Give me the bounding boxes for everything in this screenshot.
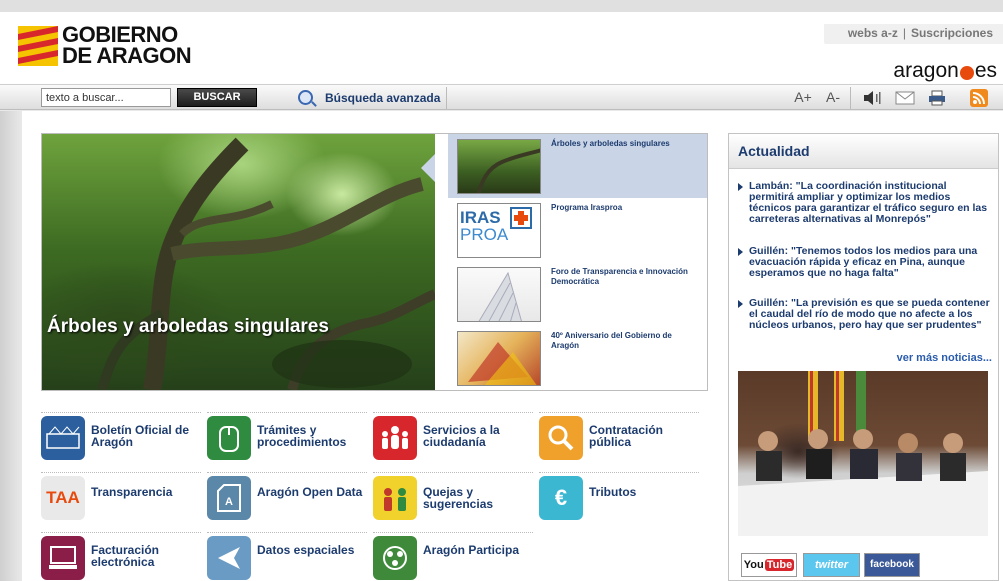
thumb-transparencia[interactable]: Foro de Transparencia e Innovación Democ…	[448, 262, 707, 326]
news-title: Actualidad	[729, 134, 998, 169]
toolbar-divider	[446, 87, 447, 109]
news-photo[interactable]	[738, 371, 988, 536]
aragon-es-left: aragon	[893, 59, 959, 82]
service-label: Quejas y sugerencias	[423, 485, 494, 511]
accessibility-tools: A+ A-	[788, 87, 1003, 109]
service-open-data[interactable]: A Aragón Open Data	[207, 472, 367, 522]
news-item[interactable]: Lambán: "La coordinación institucional p…	[737, 181, 993, 225]
thumb-aniversario[interactable]: 40º Aniversario del Gobierno de Aragón	[448, 326, 707, 390]
spatial-data-icon	[207, 536, 251, 580]
logo-text: GOBIERNO DE ARAGON	[62, 22, 192, 68]
rss-icon[interactable]	[968, 87, 990, 109]
news-item[interactable]: Guillén: "La previsión es que se pueda c…	[737, 298, 993, 331]
complaints-icon	[373, 476, 417, 520]
open-data-icon: A	[207, 476, 251, 520]
taa-icon: TAA	[41, 476, 85, 520]
font-decrease-button[interactable]: A-	[820, 87, 846, 109]
top-links: webs a-z | Suscripciones	[823, 24, 1003, 44]
service-label: Transparencia	[91, 485, 173, 499]
thumb-label-irasproa: Programa Irasproa	[551, 203, 623, 212]
euro-icon: €	[539, 476, 583, 520]
service-label: Datos espaciales	[257, 543, 355, 557]
twitter-button[interactable]: twitter	[803, 553, 860, 577]
link-separator: |	[902, 26, 906, 40]
font-increase-button[interactable]: A+	[788, 87, 818, 109]
zoom-icon	[298, 90, 313, 105]
webs-az-link[interactable]: webs a-z	[848, 26, 898, 40]
service-label: Tributos	[589, 485, 637, 499]
mail-icon[interactable]	[894, 87, 916, 109]
irasproa-logo-line-2: PROA	[460, 225, 509, 244]
active-slide-pointer	[421, 154, 435, 182]
service-label: Aragón Open Data	[257, 485, 363, 499]
thumb-anniversary-image	[457, 331, 541, 386]
suscripciones-link[interactable]: Suscripciones	[911, 26, 993, 40]
thumb-irasproa-image: IRAS PROA	[457, 203, 541, 258]
advanced-search-label: Búsqueda avanzada	[325, 91, 441, 105]
people-icon	[373, 416, 417, 460]
irasproa-cross-icon	[510, 207, 532, 229]
gobierno-aragon-logo[interactable]: GOBIERNO DE ARAGON	[18, 24, 218, 76]
search-bar: BUSCAR Búsqueda avanzada A+ A-	[0, 84, 1003, 110]
thumb-building-image	[457, 267, 541, 322]
thumb-label-aniversario: 40º Aniversario del Gobierno de Aragón	[551, 331, 672, 350]
service-transparencia[interactable]: TAA Transparencia	[41, 472, 201, 522]
top-strip	[0, 0, 1003, 12]
service-facturacion[interactable]: Facturación electrónica	[41, 532, 201, 581]
service-tributos[interactable]: € Tributos	[539, 472, 699, 522]
services-grid: Boletín Oficial de Aragón Trámites y pro…	[41, 408, 699, 581]
aragon-es-dot-icon	[959, 66, 974, 80]
search-input[interactable]	[41, 88, 171, 107]
service-label: Trámites y procedimientos	[257, 423, 347, 449]
hero-caption: Árboles y arboledas singulares	[47, 316, 329, 337]
advanced-search-link[interactable]: Búsqueda avanzada	[298, 90, 440, 105]
speaker-icon[interactable]	[862, 87, 884, 109]
service-ciudadania[interactable]: Servicios a la ciudadanía	[373, 412, 533, 462]
logo-line-2: DE ARAGON	[62, 43, 192, 68]
service-label: Boletín Oficial de Aragón	[91, 423, 190, 449]
magnifier-icon	[539, 416, 583, 460]
tools-divider	[850, 87, 851, 109]
service-label: Facturación electrónica	[91, 543, 160, 569]
computer-icon	[41, 536, 85, 580]
thumb-label-transparencia: Foro de Transparencia e Innovación Democ…	[551, 267, 688, 286]
site-header: GOBIERNO DE ARAGON webs a-z | Suscripcione…	[0, 12, 1003, 84]
featured-slider: Árboles y arboledas singulares Árboles y…	[41, 133, 708, 391]
news-item[interactable]: Guillén: "Tenemos todos los medios para …	[737, 246, 993, 279]
service-datos-espaciales[interactable]: Datos espaciales	[207, 532, 367, 581]
thumb-forest-image	[457, 139, 541, 194]
service-aragon-participa[interactable]: Aragón Participa	[373, 532, 533, 581]
service-boletin-oficial[interactable]: Boletín Oficial de Aragón	[41, 412, 201, 462]
service-label: Contratación pública	[589, 423, 664, 449]
service-contratacion[interactable]: Contratación pública	[539, 412, 699, 462]
slider-thumbnails: Árboles y arboledas singulares IRAS PROA…	[448, 134, 707, 390]
service-tramites[interactable]: Trámites y procedimientos	[207, 412, 367, 462]
mouse-icon	[207, 416, 251, 460]
search-button[interactable]: BUSCAR	[177, 88, 257, 107]
aragon-es-logo[interactable]: aragon es	[893, 59, 997, 83]
logo-line-1: GOBIERNO	[62, 22, 178, 47]
aragon-es-right: es	[974, 59, 997, 82]
aragon-flag-icon	[18, 26, 58, 66]
news-panel: Actualidad Lambán: "La coordinación inst…	[728, 133, 999, 581]
print-icon[interactable]	[926, 87, 948, 109]
youtube-label-right: Tube	[764, 559, 795, 571]
service-label: Aragón Participa	[423, 543, 520, 557]
facebook-button[interactable]: facebook	[864, 553, 920, 577]
svg-text:A: A	[225, 496, 233, 508]
boa-icon	[41, 416, 85, 460]
hero-image[interactable]: Árboles y arboledas singulares	[42, 134, 435, 390]
youtube-label-left: You	[743, 559, 764, 571]
irasproa-logo-line-1: IRAS	[460, 208, 501, 227]
participa-icon	[373, 536, 417, 580]
thumb-arboles[interactable]: Árboles y arboledas singulares	[448, 134, 707, 198]
service-label: Servicios a la ciudadanía	[423, 423, 500, 449]
left-shade	[0, 111, 22, 581]
service-quejas[interactable]: Quejas y sugerencias	[373, 472, 533, 522]
thumb-label-arboles: Árboles y arboledas singulares	[551, 139, 670, 148]
youtube-button[interactable]: You Tube	[741, 553, 797, 577]
thumb-irasproa[interactable]: IRAS PROA Programa Irasproa	[448, 198, 707, 262]
more-news-link[interactable]: ver más noticias...	[897, 352, 992, 364]
